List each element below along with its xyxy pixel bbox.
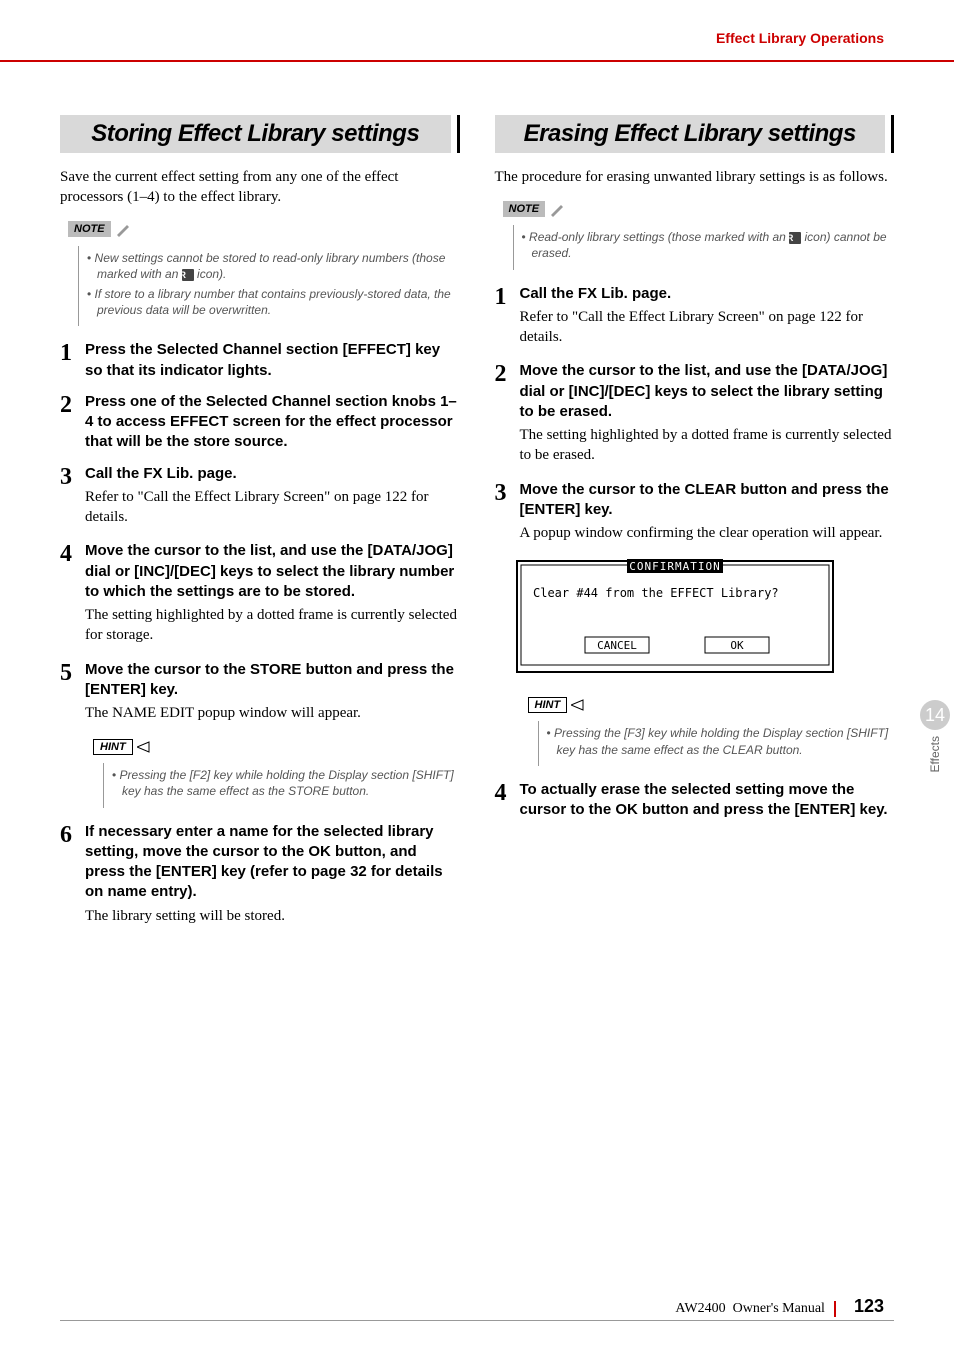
page-number: 123 xyxy=(854,1296,884,1316)
step-3: 3 Call the FX Lib. page. Refer to "Call … xyxy=(60,464,460,534)
pointer-icon xyxy=(137,740,153,754)
note-list: Read-only library settings (those marked… xyxy=(513,225,895,269)
pencil-icon xyxy=(115,221,131,237)
page-footer: AW2400 Owner's Manual 123 xyxy=(675,1296,884,1317)
product-name: AW2400 xyxy=(675,1301,725,1316)
dialog-message: Clear #44 from the EFFECT Library? xyxy=(533,586,779,600)
step-text: The setting highlighted by a dotted fram… xyxy=(520,425,895,466)
step-number: 1 xyxy=(495,284,520,354)
step-head: Move the cursor to the list, and use the… xyxy=(520,361,895,422)
hint-item: Pressing the [F2] key while holding the … xyxy=(110,767,460,799)
step-head: To actually erase the selected setting m… xyxy=(520,780,895,821)
step-head: Move the cursor to the STORE button and … xyxy=(85,660,460,701)
step-1: 1 Press the Selected Channel section [EF… xyxy=(60,340,460,384)
step-number: 2 xyxy=(495,361,520,471)
note-tag: NOTE xyxy=(68,220,131,238)
hint-list: Pressing the [F3] key while holding the … xyxy=(538,721,895,765)
readonly-icon: R xyxy=(182,269,194,281)
step-number: 4 xyxy=(60,541,85,651)
confirmation-dialog: CONFIRMATION Clear #44 from the EFFECT L… xyxy=(515,559,895,679)
manual-page: Effect Library Operations Storing Effect… xyxy=(0,0,954,1351)
step-head: If necessary enter a name for the select… xyxy=(85,822,460,903)
left-column: Storing Effect Library settings Save the… xyxy=(60,115,460,940)
footer-tick xyxy=(834,1301,836,1317)
hint-list: Pressing the [F2] key while holding the … xyxy=(103,763,460,807)
hint-label: HINT xyxy=(528,697,568,713)
section-title-wrap: Storing Effect Library settings xyxy=(60,115,460,153)
header-rule xyxy=(0,60,954,62)
step-4: 4 Move the cursor to the list, and use t… xyxy=(60,541,460,651)
step-text: The NAME EDIT popup window will appear. xyxy=(85,703,460,723)
step-2: 2 Move the cursor to the list, and use t… xyxy=(495,361,895,471)
hint-tag: HINT xyxy=(93,737,153,755)
dialog-title: CONFIRMATION xyxy=(629,560,720,573)
step-4: 4 To actually erase the selected setting… xyxy=(495,780,895,824)
step-text: Refer to "Call the Effect Library Screen… xyxy=(85,487,460,528)
dialog-cancel: CANCEL xyxy=(597,639,637,652)
step-number: 2 xyxy=(60,392,85,456)
hint-tag: HINT xyxy=(528,695,588,713)
section-title-right: Erasing Effect Library settings xyxy=(495,115,886,153)
step-text: A popup window confirming the clear oper… xyxy=(520,523,895,543)
step-head: Move the cursor to the list, and use the… xyxy=(85,541,460,602)
section-title-left: Storing Effect Library settings xyxy=(60,115,451,153)
hint-label: HINT xyxy=(93,739,133,755)
running-head: Effect Library Operations xyxy=(716,30,884,46)
pencil-icon xyxy=(549,201,565,217)
chapter-number-badge: 14 xyxy=(920,700,950,730)
step-number: 5 xyxy=(60,660,85,730)
intro-left: Save the current effect setting from any… xyxy=(60,167,460,208)
note-label: NOTE xyxy=(503,201,546,217)
step-text: The library setting will be stored. xyxy=(85,906,460,926)
chapter-label: Effects xyxy=(928,736,942,772)
step-2: 2 Press one of the Selected Channel sect… xyxy=(60,392,460,456)
intro-right: The procedure for erasing unwanted libra… xyxy=(495,167,895,187)
footer-rule xyxy=(60,1320,894,1321)
note-item: Read-only library settings (those marked… xyxy=(520,229,895,261)
step-5: 5 Move the cursor to the STORE button an… xyxy=(60,660,460,730)
content-columns: Storing Effect Library settings Save the… xyxy=(60,115,894,940)
step-head: Call the FX Lib. page. xyxy=(85,464,460,484)
step-number: 1 xyxy=(60,340,85,384)
step-number: 3 xyxy=(495,480,520,550)
note-tag: NOTE xyxy=(503,199,566,217)
step-head: Call the FX Lib. page. xyxy=(520,284,895,304)
pointer-icon xyxy=(571,698,587,712)
step-text: Refer to "Call the Effect Library Screen… xyxy=(520,307,895,348)
dialog-ok: OK xyxy=(730,639,744,652)
note-item: If store to a library number that contai… xyxy=(85,286,460,318)
step-number: 6 xyxy=(60,822,85,932)
step-head: Move the cursor to the CLEAR button and … xyxy=(520,480,895,521)
step-head: Press one of the Selected Channel sectio… xyxy=(85,392,460,453)
readonly-icon: R xyxy=(789,232,801,244)
chapter-tab: 14 Effects xyxy=(916,700,954,772)
step-3: 3 Move the cursor to the CLEAR button an… xyxy=(495,480,895,550)
hint-item: Pressing the [F3] key while holding the … xyxy=(545,725,895,757)
note-item: New settings cannot be stored to read-on… xyxy=(85,250,460,282)
section-title-wrap: Erasing Effect Library settings xyxy=(495,115,895,153)
right-column: Erasing Effect Library settings The proc… xyxy=(495,115,895,940)
note-label: NOTE xyxy=(68,221,111,237)
step-number: 4 xyxy=(495,780,520,824)
step-6: 6 If necessary enter a name for the sele… xyxy=(60,822,460,932)
step-1: 1 Call the FX Lib. page. Refer to "Call … xyxy=(495,284,895,354)
step-text: The setting highlighted by a dotted fram… xyxy=(85,605,460,646)
note-list: New settings cannot be stored to read-on… xyxy=(78,246,460,327)
step-head: Press the Selected Channel section [EFFE… xyxy=(85,340,460,381)
step-number: 3 xyxy=(60,464,85,534)
doc-name: Owner's Manual xyxy=(733,1301,825,1316)
